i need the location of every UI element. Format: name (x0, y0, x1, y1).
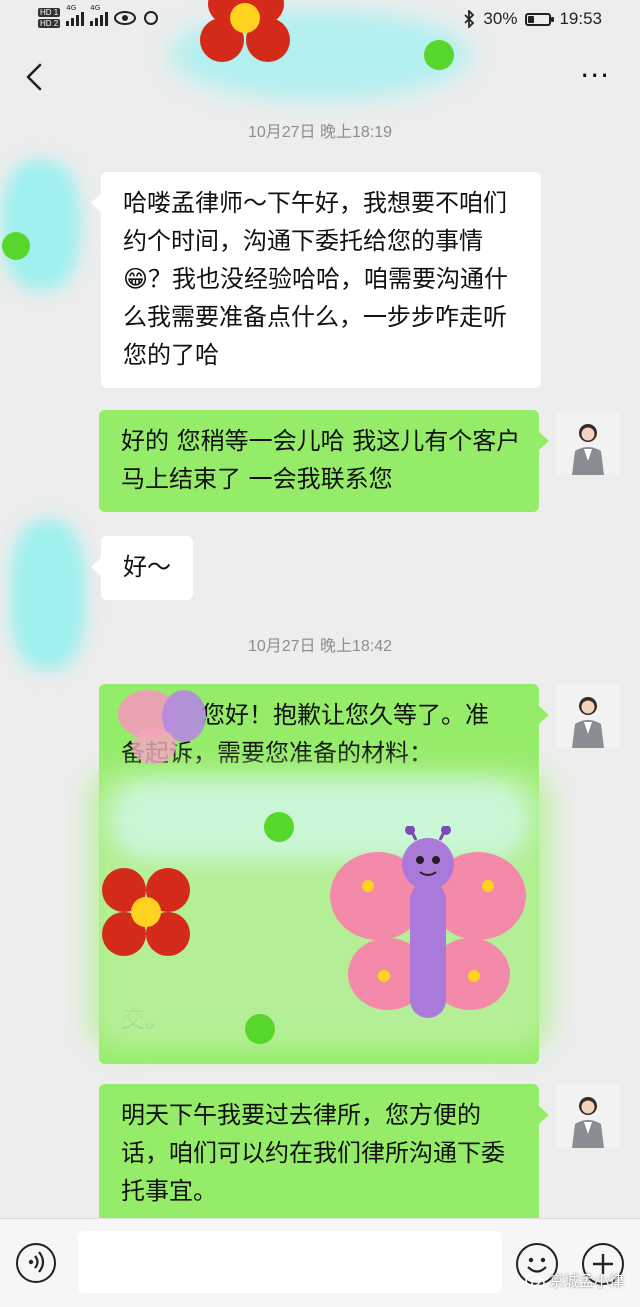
lawyer-avatar-icon (556, 684, 620, 748)
battery-fill (528, 15, 535, 23)
incoming-message: 哈喽孟律师～下午好，我想要不咱们约个时间，沟通下委托给您的事情😁？我也没经验哈哈… (91, 172, 541, 388)
timestamp: 10月27日 晚上18:19 (247, 124, 393, 141)
lawyer-avatar-icon (556, 1084, 620, 1148)
network2-label: 4G (90, 4, 101, 12)
status-right: 30% 19:53 (463, 9, 602, 29)
message-line: 交。 (121, 1005, 169, 1033)
chat-header: ··· (0, 40, 640, 116)
outgoing-message: 您好！抱歉让您久等了。准 备起诉，需要您准备的材料： 交。 (99, 684, 549, 1064)
eye-icon (114, 11, 137, 25)
avatar[interactable] (556, 684, 620, 748)
message-line: 您好！抱歉让您久等了。准 (201, 701, 489, 729)
link-icon (144, 11, 159, 25)
voice-waves-icon (28, 1251, 45, 1273)
cyan-blur-avatar (2, 160, 80, 290)
outgoing-message: 好的 您稍等一会儿哈 我这儿有个客户马上结束了 一会我联系您 (99, 410, 549, 512)
sim1-badge: HD 1 (38, 8, 61, 17)
outgoing-message: 明天下午我要过去律所，您方便的话，咱们可以约在我们律所沟通下委托事宜。 (99, 1084, 549, 1224)
sim2-badge: HD 2 (38, 19, 61, 28)
more-icon[interactable]: ··· (580, 62, 610, 90)
input-bar (0, 1218, 640, 1307)
message-text: 好的 您稍等一会儿哈 我这儿有个客户马上结束了 一会我联系您 (121, 427, 521, 493)
incoming-message: 好～ (91, 536, 193, 600)
message-text: 哈喽孟律师～下午好，我想要不咱们约个时间，沟通下委托给您的事情😁？我也没经验哈哈… (123, 189, 509, 369)
avatar[interactable] (556, 1084, 620, 1148)
signal-icon-2: 4G (90, 4, 109, 26)
status-bar: HD 1 HD 2 4G 4G 30% 19:53 (0, 0, 640, 40)
sim-indicators: HD 1 HD 2 (38, 8, 61, 28)
chevron-left-icon[interactable] (22, 62, 46, 92)
green-dot (2, 232, 30, 260)
status-left: HD 1 HD 2 4G 4G (38, 4, 160, 28)
message-input[interactable] (78, 1231, 502, 1293)
clock: 19:53 (559, 9, 602, 28)
battery-percent: 30% (483, 9, 518, 28)
lawyer-avatar-icon (556, 411, 620, 475)
watermark-text: 京城孟小律 (548, 1272, 624, 1290)
network1-label: 4G (66, 4, 77, 12)
timestamp: 10月27日 晚上18:42 (247, 638, 393, 655)
signal-icon: 4G (66, 4, 85, 26)
wechat-icon (525, 1272, 545, 1289)
bluetooth-icon (464, 10, 475, 28)
watermark: 京城孟小律 (525, 1270, 624, 1291)
avatar[interactable] (556, 411, 620, 475)
message-text: 好～ (123, 553, 171, 581)
voice-icon[interactable] (16, 1243, 56, 1283)
message-text: 明天下午我要过去律所，您方便的话，咱们可以约在我们律所沟通下委托事宜。 (121, 1101, 505, 1205)
battery-icon (525, 12, 555, 26)
message-line: 备起诉，需要您准备的材料： (121, 739, 433, 767)
